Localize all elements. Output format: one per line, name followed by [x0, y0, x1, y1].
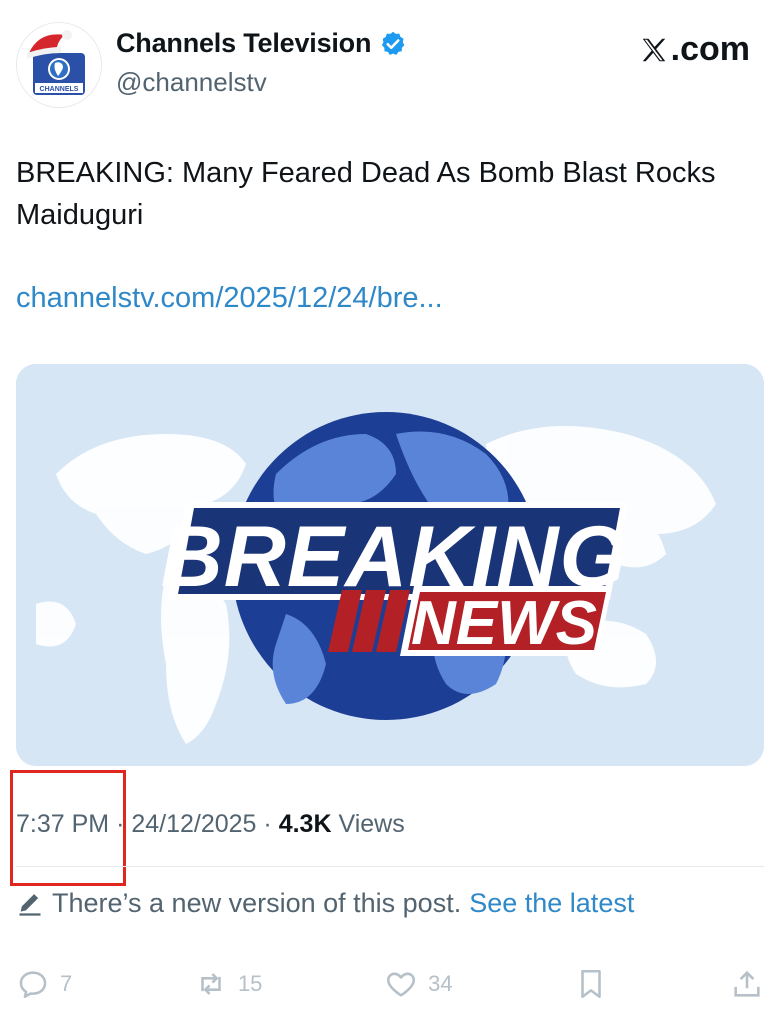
post-link[interactable]: channelstv.com/2025/12/24/bre... [16, 282, 443, 315]
share-button[interactable] [730, 967, 764, 1001]
bookmark-button[interactable] [574, 967, 608, 1001]
avatar-logo-text: CHANNELS [40, 86, 79, 93]
avatar[interactable]: CHANNELS [16, 22, 102, 108]
share-icon [734, 970, 760, 997]
post-text: BREAKING: Many Feared Dead As Bomb Blast… [16, 157, 716, 231]
heart-icon [387, 972, 416, 997]
see-latest-link[interactable]: See the latest [469, 888, 634, 919]
media-image[interactable]: BREAKING NEWS [16, 364, 764, 766]
red-stripes [328, 590, 410, 652]
edited-notice: There’s a new version of this post. See … [16, 888, 634, 919]
handle[interactable]: @channelstv [116, 67, 267, 98]
meta-separator-2: · [263, 810, 272, 838]
display-name-row: Channels Television [116, 28, 407, 59]
site-mark-text: .com [670, 30, 750, 68]
divider [16, 866, 764, 867]
x-logo-icon [642, 38, 665, 61]
time-highlight-box [10, 770, 126, 886]
post-date[interactable]: 24/12/2025 [131, 810, 256, 838]
repost-icon [201, 973, 221, 995]
views-count[interactable]: 4.3K [279, 810, 332, 838]
reply-count: 7 [60, 971, 73, 996]
like-count: 34 [428, 971, 453, 996]
repost-button[interactable]: 15 [194, 967, 262, 1001]
reply-button[interactable]: 7 [16, 967, 72, 1001]
verified-badge-icon [379, 30, 407, 58]
views-label: Views [338, 810, 405, 838]
bookmark-icon [581, 969, 602, 999]
repost-count: 15 [237, 971, 263, 996]
pencil-icon [19, 893, 41, 916]
notice-text: There’s a new version of this post. [52, 888, 462, 918]
news-headline: NEWS [411, 589, 597, 658]
reply-icon [19, 971, 47, 999]
like-button[interactable]: 34 [384, 967, 453, 1001]
display-name[interactable]: Channels Television [116, 28, 371, 59]
action-bar: 7 15 34 [16, 962, 764, 1006]
site-mark: .com [639, 30, 750, 69]
